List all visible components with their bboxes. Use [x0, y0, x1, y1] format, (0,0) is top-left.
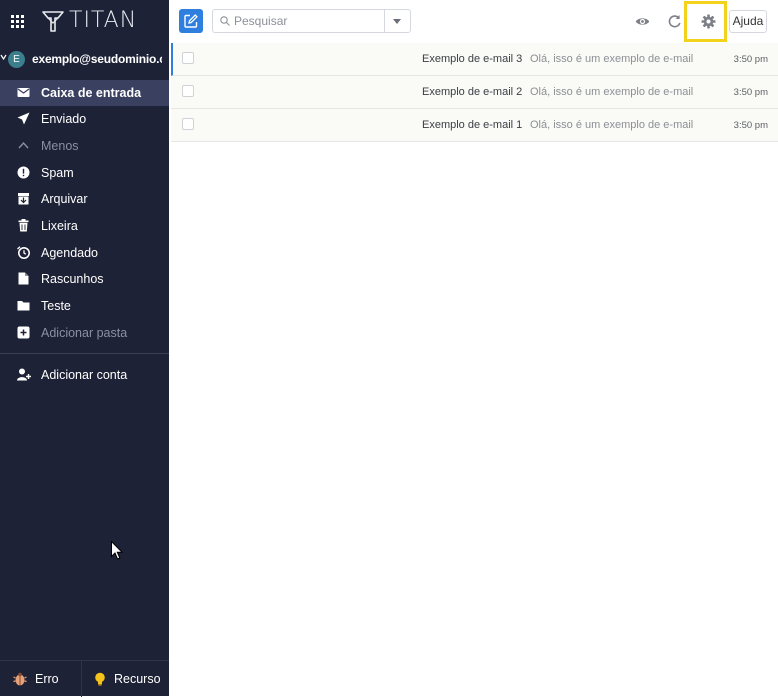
- message-time: 3:50 pm: [733, 87, 768, 98]
- request-feature-button[interactable]: Recurso: [81, 661, 170, 697]
- account-selector[interactable]: E exemplo@seudominio.co...: [0, 49, 169, 71]
- chevron-up-icon: [18, 141, 29, 149]
- brand-name: TITAN: [69, 8, 138, 33]
- sidebar-item-sent[interactable]: Enviado: [0, 106, 169, 132]
- add-account-label: Adicionar conta: [41, 368, 128, 382]
- compose-icon: [184, 14, 198, 28]
- help-button[interactable]: Ajuda: [729, 10, 767, 33]
- search-icon: [220, 16, 230, 26]
- report-bug-button[interactable]: Erro: [0, 661, 80, 697]
- sidebar-item-add-folder[interactable]: Adicionar pasta: [0, 320, 169, 346]
- toolbar: Ajuda: [169, 0, 778, 43]
- sidebar-item-label: Adicionar pasta: [41, 326, 128, 340]
- chevron-down-icon: [0, 54, 7, 61]
- eye-icon[interactable]: [635, 14, 650, 29]
- draft-icon: [18, 272, 29, 285]
- add-user-icon: [17, 368, 31, 381]
- send-icon: [17, 112, 30, 125]
- search-box: [212, 9, 411, 33]
- sidebar-item-less[interactable]: Menos: [0, 133, 169, 159]
- sidebar-item-label: Rascunhos: [41, 272, 104, 286]
- brand-header: TITAN: [0, 0, 169, 44]
- table-row[interactable]: Exemplo de e-mail 3 Olá, isso é um exemp…: [171, 43, 778, 76]
- row-checkbox[interactable]: [182, 52, 194, 64]
- bug-icon: [13, 672, 27, 686]
- sidebar-item-label: Enviado: [41, 112, 87, 126]
- inbox-icon: [17, 88, 30, 97]
- message-subject: Exemplo de e-mail 2: [422, 86, 523, 98]
- row-checkbox[interactable]: [182, 85, 194, 97]
- sidebar-item-inbox[interactable]: Caixa de entrada: [0, 80, 169, 106]
- sidebar-item-scheduled[interactable]: Agendado: [0, 240, 169, 266]
- message-subject: Exemplo de e-mail 3: [422, 53, 523, 65]
- sidebar-item-label: Arquivar: [41, 192, 88, 206]
- sidebar-item-label: Spam: [41, 166, 74, 180]
- message-list: Exemplo de e-mail 3 Olá, isso é um exemp…: [171, 43, 778, 142]
- message-preview: Olá, isso é um exemplo de e-mail: [530, 86, 694, 98]
- sidebar-item-label: Teste: [41, 299, 71, 313]
- message-time: 3:50 pm: [733, 120, 768, 131]
- account-email: exemplo@seudominio.co...: [32, 52, 162, 66]
- sidebar-item-drafts[interactable]: Rascunhos: [0, 266, 169, 292]
- message-preview: Olá, isso é um exemplo de e-mail: [530, 119, 694, 131]
- search-input[interactable]: [234, 12, 384, 30]
- alert-icon: [17, 166, 30, 179]
- table-row[interactable]: Exemplo de e-mail 2 Olá, isso é um exemp…: [171, 76, 778, 109]
- sidebar: TITAN E exemplo@seudominio.co... Caixa d…: [0, 0, 169, 697]
- avatar: E: [8, 51, 25, 68]
- mouse-cursor-icon: [111, 541, 123, 560]
- sidebar-item-archive[interactable]: Arquivar: [0, 186, 169, 212]
- message-time: 3:50 pm: [733, 54, 768, 65]
- clock-icon: [17, 246, 30, 259]
- sidebar-item-trash[interactable]: Lixeira: [0, 213, 169, 239]
- sidebar-item-label: Lixeira: [41, 219, 78, 233]
- titan-logo-icon: [42, 11, 64, 32]
- sidebar-item-label: Agendado: [41, 246, 99, 260]
- table-row[interactable]: Exemplo de e-mail 1 Olá, isso é um exemp…: [171, 109, 778, 142]
- message-subject: Exemplo de e-mail 1: [422, 119, 523, 131]
- message-preview: Olá, isso é um exemplo de e-mail: [530, 53, 694, 65]
- add-folder-icon: [17, 326, 30, 339]
- request-feature-label: Recurso: [114, 672, 161, 686]
- caret-down-icon: [393, 19, 401, 24]
- add-account-button[interactable]: Adicionar conta: [0, 362, 169, 388]
- sidebar-divider: [0, 353, 169, 354]
- lightbulb-icon: [95, 672, 105, 686]
- sidebar-item-spam[interactable]: Spam: [0, 160, 169, 186]
- sidebar-item-teste[interactable]: Teste: [0, 293, 169, 319]
- sidebar-footer: Erro Recurso: [0, 660, 169, 697]
- sidebar-item-label: Menos: [41, 139, 79, 153]
- archive-icon: [18, 193, 29, 205]
- folder-icon: [17, 301, 30, 311]
- search-options-dropdown[interactable]: [384, 10, 410, 32]
- trash-icon: [18, 219, 29, 232]
- app-grid-icon[interactable]: [11, 15, 24, 28]
- row-checkbox[interactable]: [182, 118, 194, 130]
- refresh-icon[interactable]: [667, 14, 682, 29]
- sidebar-item-label: Caixa de entrada: [41, 86, 142, 100]
- compose-button[interactable]: [179, 9, 203, 33]
- gear-icon[interactable]: [701, 14, 716, 29]
- report-bug-label: Erro: [35, 672, 59, 686]
